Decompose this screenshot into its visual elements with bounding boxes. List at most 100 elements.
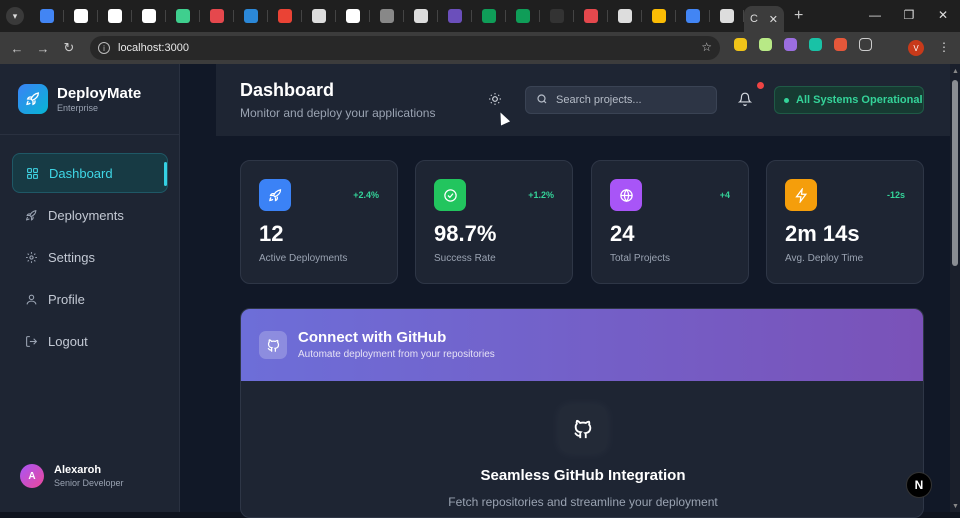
address-bar[interactable]: i localhost:3000 ☆ — [90, 36, 720, 60]
extension-green-icon[interactable] — [759, 38, 772, 51]
search-box[interactable] — [525, 86, 717, 114]
tab-search-icon[interactable]: ▾ — [6, 7, 24, 25]
stat-card-success-rate[interactable]: +1.2% 98.7% Success Rate — [415, 160, 573, 284]
stat-card-avg-deploy-time[interactable]: -12s 2m 14s Avg. Deploy Time — [766, 160, 924, 284]
page-scrollbar[interactable]: ▲ ▼ — [950, 64, 960, 512]
extensions-puzzle-icon[interactable] — [859, 38, 872, 51]
search-icon — [536, 93, 548, 108]
close-window-icon[interactable]: ✕ — [926, 0, 960, 30]
github-icon — [559, 405, 607, 453]
status-dot — [784, 97, 789, 103]
forward-icon[interactable]: → — [30, 35, 56, 61]
search-input[interactable] — [556, 94, 706, 106]
scroll-down-icon[interactable]: ▼ — [952, 503, 959, 510]
new-tab-icon[interactable]: + — [794, 7, 803, 25]
browser-tab[interactable] — [30, 0, 64, 32]
browser-tab[interactable] — [472, 0, 506, 32]
github-card-title: Connect with GitHub — [298, 329, 447, 346]
back-icon[interactable]: ← — [4, 35, 30, 61]
browser-tab[interactable] — [64, 0, 98, 32]
tab-strip — [30, 0, 744, 32]
terminal-icon — [244, 9, 258, 23]
browser-tab[interactable] — [336, 0, 370, 32]
status-text: All Systems Operational — [796, 94, 923, 106]
browser-tab[interactable] — [438, 0, 472, 32]
brand-name: DeployMate — [57, 85, 142, 102]
browser-tab[interactable] — [98, 0, 132, 32]
extension-yellow-icon[interactable] — [734, 38, 747, 51]
notification-dot — [757, 82, 764, 89]
user-icon — [24, 292, 38, 306]
extensions-area — [734, 38, 884, 51]
sheets-icon — [482, 9, 496, 23]
scrollbar-thumb[interactable] — [952, 80, 958, 266]
blob-icon — [210, 9, 224, 23]
active-tab-favicon: C — [750, 13, 758, 25]
github-card-header: Connect with GitHub Automate deployment … — [241, 309, 923, 381]
browser-tab[interactable] — [506, 0, 540, 32]
browser-menu-icon[interactable]: ⋮ — [938, 40, 950, 54]
browser-tab[interactable] — [404, 0, 438, 32]
logout-icon — [24, 334, 38, 348]
stat-delta: +4 — [719, 190, 730, 200]
sidebar-item-deployments[interactable]: Deployments — [12, 195, 168, 235]
sidebar-item-settings[interactable]: Settings — [12, 237, 168, 277]
browser-tab[interactable] — [540, 0, 574, 32]
restore-icon[interactable]: ❐ — [892, 0, 926, 30]
browser-profile-avatar[interactable]: V — [908, 40, 924, 56]
sidebar-item-profile[interactable]: Profile — [12, 279, 168, 319]
browser-tab[interactable] — [710, 0, 744, 32]
rocket-icon — [24, 208, 38, 222]
page-header: Dashboard Monitor and deploy your applic… — [216, 64, 950, 136]
extension-play-icon[interactable] — [809, 38, 822, 51]
sidebar: DeployMate Enterprise Dashboard Deployme… — [0, 64, 180, 512]
reload-icon[interactable]: ↻ — [56, 35, 82, 61]
stat-delta: +2.4% — [353, 190, 379, 200]
stat-card-active-deployments[interactable]: +2.4% 12 Active Deployments — [240, 160, 398, 284]
globe-icon — [610, 179, 642, 211]
nextjs-badge-icon[interactable]: N — [906, 472, 932, 498]
github-integration-title: Seamless GitHub Integration — [480, 467, 686, 484]
browser-tab[interactable] — [302, 0, 336, 32]
circle-icon — [550, 9, 564, 23]
stat-label: Avg. Deploy Time — [785, 253, 864, 264]
sidebar-item-label: Profile — [48, 291, 85, 307]
browser-tab[interactable] — [642, 0, 676, 32]
extension-purple-icon[interactable] — [784, 38, 797, 51]
close-tab-icon[interactable]: ✕ — [769, 13, 778, 26]
burst-icon — [584, 9, 598, 23]
page-subtitle: Monitor and deploy your applications — [240, 106, 436, 120]
scroll-up-icon[interactable]: ▲ — [952, 68, 959, 75]
site-info-icon[interactable]: i — [98, 42, 110, 54]
browser-tab[interactable] — [676, 0, 710, 32]
browser-tab[interactable] — [200, 0, 234, 32]
extension-fox-icon[interactable] — [834, 38, 847, 51]
browser-tab[interactable] — [370, 0, 404, 32]
sidebar-item-dashboard[interactable]: Dashboard — [12, 153, 168, 193]
notification-bell-icon[interactable] — [737, 92, 753, 109]
theme-toggle-sun-icon[interactable] — [488, 92, 502, 109]
browser-tab[interactable] — [132, 0, 166, 32]
bolt-icon — [785, 179, 817, 211]
window-controls: — ❐ ✕ — [858, 0, 960, 30]
minimize-icon[interactable]: — — [858, 0, 892, 30]
browser-tab[interactable] — [268, 0, 302, 32]
browser-tab[interactable] — [234, 0, 268, 32]
sidebar-divider — [0, 134, 180, 135]
user-card[interactable]: A Alexaroh Senior Developer — [20, 464, 124, 488]
browser-tab[interactable] — [608, 0, 642, 32]
calendar-icon — [686, 9, 700, 23]
rocket-logo-icon — [18, 84, 48, 114]
browser-tab[interactable] — [574, 0, 608, 32]
sidebar-item-logout[interactable]: Logout — [12, 321, 168, 361]
brand[interactable]: DeployMate Enterprise — [18, 84, 141, 114]
stat-card-total-projects[interactable]: +4 24 Total Projects — [591, 160, 749, 284]
globe-icon — [720, 9, 734, 23]
browser-tab[interactable] — [166, 0, 200, 32]
person-icon — [414, 9, 428, 23]
active-tab[interactable]: C ✕ — [744, 6, 784, 32]
google-icon — [40, 9, 54, 23]
status-badge: All Systems Operational — [774, 86, 924, 114]
rocket-icon — [259, 179, 291, 211]
bookmark-star-icon[interactable]: ☆ — [701, 40, 712, 54]
